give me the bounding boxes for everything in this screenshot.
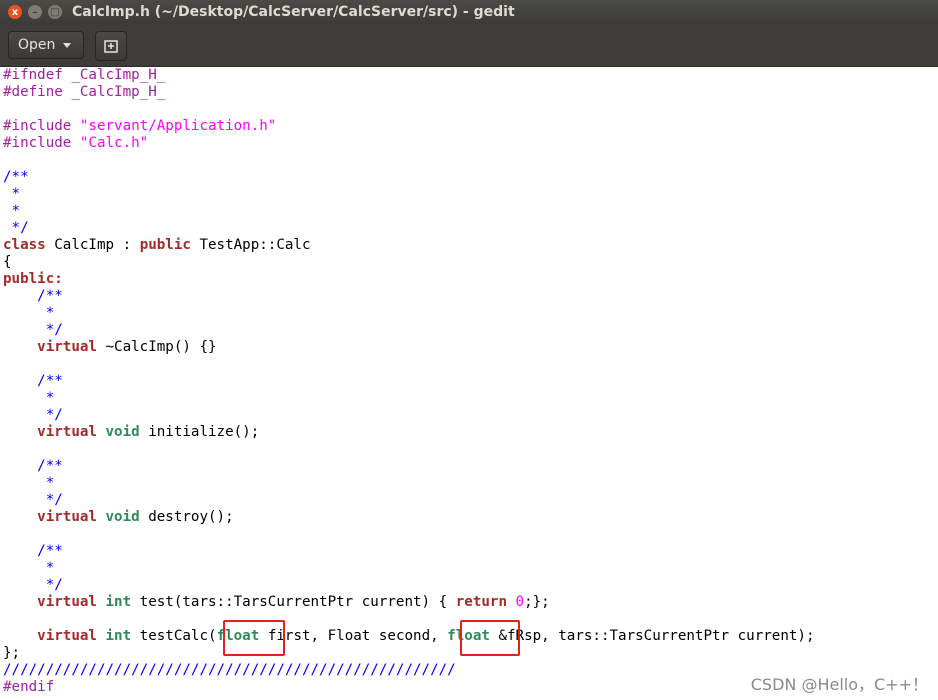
code-line: virtual void destroy();: [37, 509, 234, 525]
open-button-label: Open: [18, 37, 56, 53]
code-line: };: [3, 645, 21, 661]
code-line: {: [3, 254, 12, 270]
code-line: */: [3, 220, 29, 236]
code-line: virtual int test(tars::TarsCurrentPtr cu…: [37, 594, 550, 610]
new-document-button[interactable]: [95, 31, 127, 61]
minimize-window-icon[interactable]: –: [28, 5, 42, 19]
code-line: class CalcImp : public TestApp::Calc: [3, 237, 311, 253]
code-line: /**: [3, 373, 63, 389]
maximize-window-icon[interactable]: □: [48, 5, 62, 19]
highlight-box: [460, 620, 520, 656]
open-button[interactable]: Open: [8, 31, 84, 59]
code-line: *: [3, 186, 21, 202]
toolbar: Open: [0, 24, 938, 67]
highlight-box: [223, 620, 285, 656]
code-line: #include "Calc.h": [3, 135, 149, 151]
code-line: *: [3, 203, 21, 219]
code-line: *: [3, 390, 55, 406]
code-line: virtual void initialize();: [37, 424, 260, 440]
code-line: *: [3, 560, 55, 576]
code-line: /**: [3, 169, 29, 185]
code-line: ////////////////////////////////////////…: [3, 662, 456, 678]
code-line: /**: [3, 288, 63, 304]
code-line: *: [3, 305, 55, 321]
code-line: *: [3, 475, 55, 491]
close-window-icon[interactable]: x: [8, 5, 22, 19]
code-line: /**: [3, 458, 63, 474]
code-line: #ifndef _CalcImp_H_: [3, 67, 166, 83]
code-line: */: [3, 322, 63, 338]
code-line: virtual int testCalc(float first, Float …: [37, 628, 815, 644]
chevron-down-icon: [63, 42, 72, 48]
code-line: */: [3, 407, 63, 423]
code-line: #define _CalcImp_H_: [3, 84, 166, 100]
code-line: */: [3, 492, 63, 508]
window-title: CalcImp.h (~/Desktop/CalcServer/CalcServ…: [72, 4, 515, 20]
code-line: #endif: [3, 679, 55, 695]
code-line: public:: [3, 271, 63, 287]
watermark: CSDN @Hello，C++！: [750, 675, 928, 694]
new-document-icon: [104, 40, 118, 53]
code-line: */: [3, 577, 63, 593]
title-bar: x – □ CalcImp.h (~/Desktop/CalcServer/Ca…: [0, 0, 938, 24]
code-line: /**: [3, 543, 63, 559]
code-line: #include "servant/Application.h": [3, 118, 277, 134]
code-line: virtual ~CalcImp() {}: [37, 339, 217, 355]
text-editor[interactable]: #ifndef _CalcImp_H_ #define _CalcImp_H_ …: [0, 67, 938, 700]
